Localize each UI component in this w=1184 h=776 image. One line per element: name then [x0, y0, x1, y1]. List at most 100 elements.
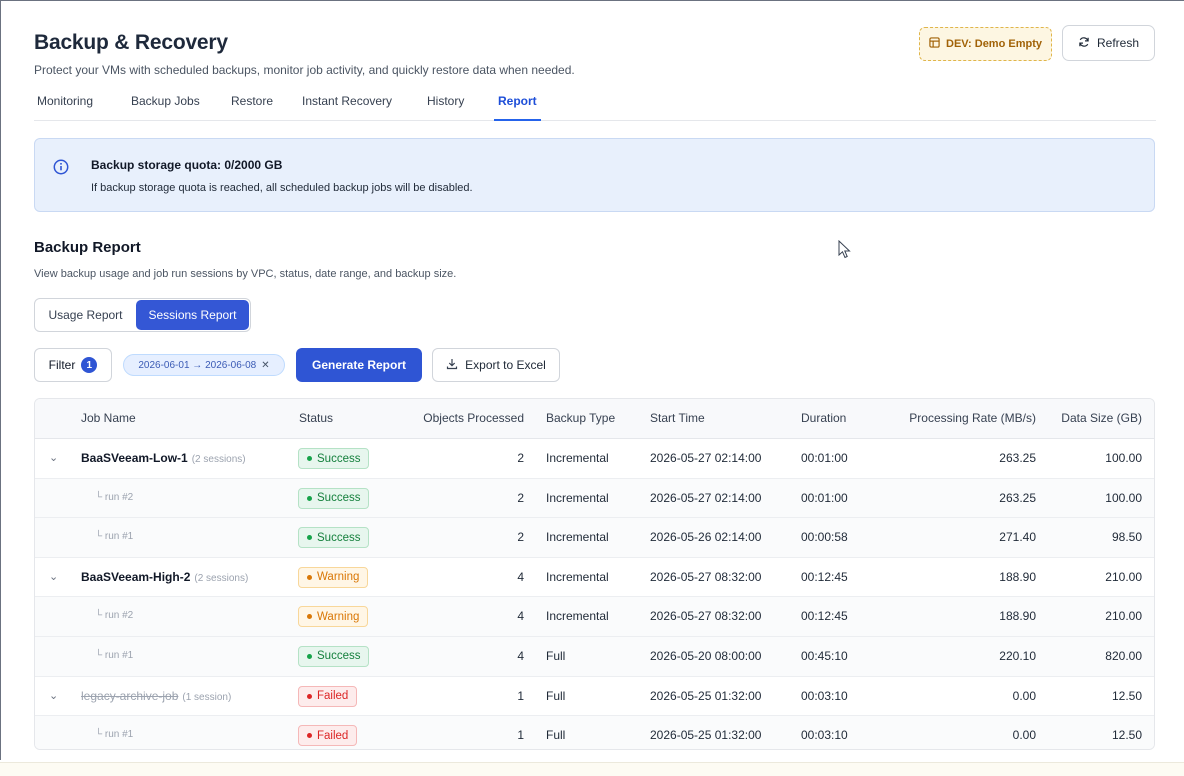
- backup-type: Full: [546, 648, 566, 663]
- filter-button[interactable]: Filter 1: [34, 348, 112, 382]
- tab-backup-jobs[interactable]: Backup Jobs: [131, 94, 200, 108]
- duration: 00:01:00: [801, 490, 848, 505]
- start-time: 2026-05-27 02:14:00: [650, 451, 762, 465]
- generate-report-button[interactable]: Generate Report: [296, 348, 422, 382]
- quota-alert: Backup storage quota: 0/2000 GB If backu…: [34, 138, 1155, 212]
- data-size: 210.00: [1105, 609, 1142, 624]
- environment-badge[interactable]: DEV: Demo Empty: [919, 27, 1052, 61]
- col-duration[interactable]: Duration: [801, 411, 846, 425]
- backup-type: Incremental: [546, 569, 609, 584]
- start-time: 2026-05-25 01:32:00: [650, 688, 762, 703]
- status-dot: [307, 614, 312, 620]
- processing-rate: 0.00: [1012, 688, 1036, 703]
- col-backup-type[interactable]: Backup Type: [546, 411, 615, 425]
- status-label: Warning: [317, 571, 360, 584]
- backup-type: Incremental: [546, 490, 609, 505]
- tab-monitoring[interactable]: Monitoring: [37, 94, 93, 108]
- usage-report-button[interactable]: Usage Report: [35, 299, 136, 331]
- status-label: Failed: [317, 690, 349, 703]
- job-session-count: (1 session): [182, 691, 232, 703]
- job-name: BaaSVeeam-High-2 (2 sessions): [81, 570, 248, 584]
- session-row[interactable]: └ run #1 Success 4 Full 2026-05-20 08:00:00 0…: [35, 636, 1154, 677]
- status-dot: [307, 653, 312, 659]
- tab-history[interactable]: History: [427, 94, 464, 108]
- data-size: 12.50: [1111, 728, 1142, 743]
- layout-icon: [929, 37, 940, 51]
- status-label: Failed: [317, 729, 349, 742]
- processing-rate: 188.90: [999, 569, 1036, 584]
- job-group-row[interactable]: ⌄ BaaSVeeam-Low-1 (2 sessions) Success 2 Incr…: [35, 439, 1154, 479]
- status-dot: [307, 693, 312, 699]
- processing-rate: 220.10: [999, 648, 1036, 663]
- tab-report[interactable]: Report: [498, 94, 537, 108]
- page-content: Backup & Recovery Protect your VMs with …: [34, 0, 1156, 750]
- run-name: └ run #1: [95, 531, 134, 543]
- status-badge: Success: [298, 527, 370, 549]
- run-name: └ run #1: [95, 649, 134, 661]
- duration: 00:12:45: [801, 609, 848, 624]
- start-time: 2026-05-20 08:00:00: [650, 648, 762, 663]
- data-size: 98.50: [1111, 530, 1142, 545]
- objects-processed: 4: [517, 569, 524, 584]
- session-row[interactable]: └ run #1 Success 2 Incremental 2026-05-26 02…: [35, 518, 1154, 558]
- objects-processed: 4: [517, 609, 524, 624]
- session-row[interactable]: └ run #2 Success 2 Incremental 2026-05-27 02…: [35, 478, 1154, 519]
- session-row[interactable]: └ run #1 Failed 1 Full 2026-05-25 01:32:00 00…: [35, 716, 1154, 749]
- status-label: Success: [317, 650, 361, 663]
- objects-processed: 1: [517, 688, 524, 703]
- sessions-table: Job Name Status Objects Processed Backup…: [34, 398, 1155, 750]
- col-status[interactable]: Status: [299, 411, 333, 425]
- chevron-down-icon[interactable]: ⌄: [49, 570, 58, 583]
- data-size: 820.00: [1105, 648, 1142, 663]
- refresh-icon: [1078, 36, 1090, 51]
- status-badge: Success: [298, 645, 370, 667]
- report-title: Backup Report: [34, 239, 141, 256]
- table-body: ⌄ BaaSVeeam-Low-1 (2 sessions) Success 2 Incr…: [35, 439, 1154, 749]
- data-size: 210.00: [1105, 569, 1142, 584]
- status-badge: Warning: [298, 566, 369, 588]
- col-processing-rate[interactable]: Processing Rate (MB/s): [909, 411, 1036, 425]
- processing-rate: 263.25: [999, 451, 1036, 465]
- duration: 00:45:10: [801, 648, 848, 663]
- refresh-label: Refresh: [1096, 36, 1140, 50]
- date-range-chip[interactable]: 2026-06-01 → 2026-06-08 ✕: [123, 354, 285, 376]
- status-label: Warning: [317, 610, 360, 623]
- objects-processed: 2: [517, 451, 524, 465]
- run-name: └ run #2: [95, 491, 134, 503]
- status-label: Success: [317, 452, 361, 465]
- job-group-row[interactable]: ⌄ BaaSVeeam-High-2 (2 sessions) Warning 4 Inc…: [35, 558, 1154, 598]
- col-start-time[interactable]: Start Time: [650, 411, 705, 425]
- session-row[interactable]: └ run #2 Warning 4 Incremental 2026-05-27 08…: [35, 597, 1154, 637]
- job-name-text: legacy-archive-job: [81, 688, 179, 703]
- data-size: 100.00: [1105, 451, 1142, 465]
- sessions-report-button[interactable]: Sessions Report: [136, 300, 249, 330]
- chevron-down-icon[interactable]: ⌄: [49, 689, 58, 702]
- status-badge: Warning: [298, 606, 369, 628]
- status-dot: [307, 535, 312, 541]
- tab-restore[interactable]: Restore: [231, 94, 273, 108]
- job-group-row[interactable]: ⌄ legacy-archive-job (1 session) Failed 1 Ful…: [35, 677, 1154, 717]
- col-job-name[interactable]: Job Name: [81, 411, 136, 425]
- refresh-button[interactable]: Refresh: [1062, 25, 1155, 61]
- duration: 00:03:10: [801, 728, 848, 743]
- col-data-size[interactable]: Data Size (GB): [1061, 411, 1142, 425]
- processing-rate: 263.25: [999, 490, 1036, 505]
- status-badge: Success: [298, 448, 370, 469]
- tab-instant-recovery[interactable]: Instant Recovery: [302, 94, 392, 108]
- chevron-down-icon[interactable]: ⌄: [49, 451, 58, 464]
- data-size: 12.50: [1111, 688, 1142, 703]
- download-icon: [446, 358, 458, 373]
- export-excel-button[interactable]: Export to Excel: [432, 348, 560, 382]
- col-objects-processed[interactable]: Objects Processed: [423, 411, 524, 425]
- main-tabs: Monitoring Backup Jobs Restore Instant R…: [34, 86, 1156, 121]
- status-label: Success: [317, 531, 361, 544]
- close-icon[interactable]: ✕: [261, 360, 269, 371]
- job-name-text: BaaSVeeam-Low-1: [81, 451, 188, 465]
- job-name-text: BaaSVeeam-High-2: [81, 569, 191, 584]
- export-label: Export to Excel: [465, 358, 546, 372]
- environment-badge-label: DEV: Demo Empty: [946, 38, 1042, 50]
- page-subtitle: Protect your VMs with scheduled backups,…: [34, 63, 575, 77]
- quota-text: If backup storage quota is reached, all …: [91, 182, 473, 194]
- processing-rate: 271.40: [999, 530, 1036, 545]
- status-badge: Failed: [298, 685, 358, 707]
